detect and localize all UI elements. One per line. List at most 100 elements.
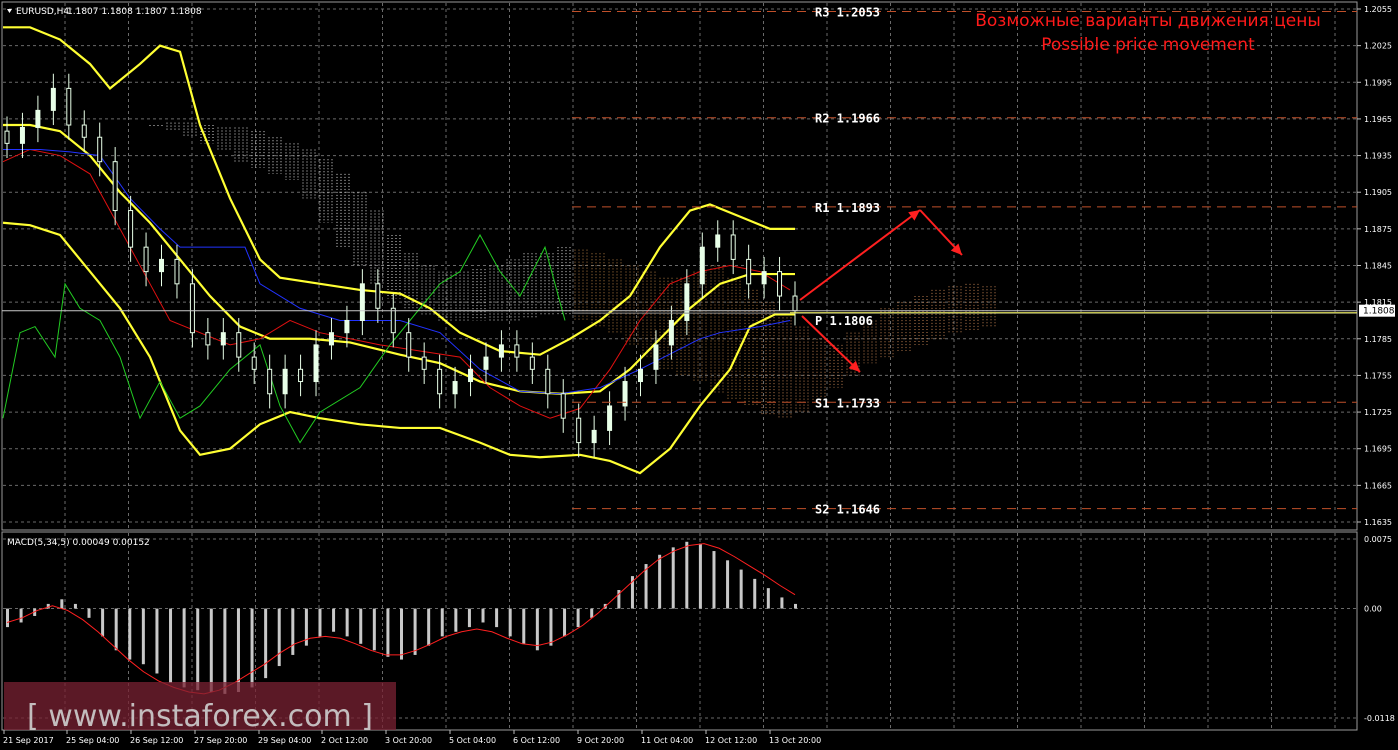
macd-bar [209,608,213,693]
macd-bar [753,578,757,609]
candle-body [81,124,87,138]
price-tick-label: 1.1935 [1364,152,1392,161]
time-tick-label: 12 Oct 12:00 [705,736,757,745]
candle-body [205,332,211,346]
macd-bar [6,608,9,628]
time-tick-label: 13 Oct 20:00 [769,736,821,745]
macd-bar [563,608,567,637]
candle-body [529,356,535,370]
price-tick-label: 1.1635 [1364,518,1392,527]
macd-bar [332,608,336,632]
candle-body [576,417,582,444]
macd-bar [576,608,580,628]
candle-body [390,307,396,334]
candle-body [746,258,752,285]
macd-bar [250,608,254,688]
macd-bar [169,608,173,683]
macd-bar [467,608,471,628]
time-tick-label: 25 Sep 04:00 [66,736,119,745]
macd-bar [440,608,444,637]
candle-body [792,295,798,312]
macd-bar [522,608,526,644]
macd-bar [712,551,716,609]
price-tick-label: 1.2055 [1364,5,1392,14]
price-tick-label: 1.1905 [1364,188,1392,197]
macd-bar [291,608,295,655]
macd-bar [345,608,349,637]
macd-bar [427,608,431,646]
watermark: [ www.instaforex.com ] [4,682,396,734]
price-tick-label: 1.2025 [1364,42,1392,51]
price-tick-label: 1.1875 [1364,225,1392,234]
candle-body [220,332,226,346]
candle-body [777,271,783,297]
candle-body [267,368,273,395]
symbol-label: EURUSD,H4 [16,7,69,17]
candle-body [545,368,551,395]
chart-window[interactable]: R3 1.2053 R2 1.1966 R1 1.1893 P 1.1806 S1 1.… [0,0,1398,750]
candle-body [236,332,242,358]
time-tick-label: 3 Oct 20:00 [385,736,432,745]
macd-tick-label: -0.0118 [1364,714,1395,723]
candle-body [560,393,566,419]
candle-body [421,356,427,370]
macd-bar [359,608,363,644]
candle-body [730,234,736,260]
macd-bar [794,603,797,609]
time-tick-label: 29 Sep 04:00 [258,736,311,745]
pivot-label: S2 1.1646 [815,503,880,517]
pivot-label: S1 1.1733 [815,396,880,410]
time-tick-label: 2 Oct 12:00 [321,736,368,745]
candle-body [298,368,304,383]
macd-bar [413,608,417,655]
current-price-tag: 1.1808 [1359,304,1395,317]
price-tick-label: 1.1755 [1364,371,1392,380]
candle-body [761,271,767,285]
macd-bar [481,608,485,623]
macd-bar [264,608,268,679]
macd-indicator-label: MACD(5,34,5) 0.00049 0.00152 [7,538,150,548]
macd-bar [671,547,675,609]
price-tick-label: 1.1995 [1364,78,1392,87]
macd-bar [454,608,458,632]
price-tick-label: 1.1785 [1364,335,1392,344]
macd-bar [508,608,512,637]
pivot-label: R1 1.1893 [815,201,880,215]
macd-bar [19,608,23,623]
candle-body [313,344,319,383]
macd-bar [155,608,159,674]
candle-body [328,332,334,346]
price-tick-label: 1.1965 [1364,115,1392,124]
macd-bar [73,603,77,609]
macd-bar [658,554,662,609]
candle-body [514,344,520,358]
macd-bar [590,608,594,618]
candle-body [684,283,690,321]
macd-bar [372,608,376,651]
candle-body [189,283,195,334]
candle-body [452,381,458,395]
chart-header: EURUSD,H4 1.1807 1.1808 1.1807 1.1808 [7,7,202,17]
candle-body [50,87,56,111]
candle-body [406,332,412,358]
pivot-label: R2 1.1966 [815,112,880,126]
macd-bar [182,608,186,688]
time-tick-label: 11 Oct 04:00 [641,736,693,745]
macd-bar [128,608,132,660]
time-tick-label: 21 Sep 2017 [3,736,54,745]
macd-bar [386,608,390,657]
macd-bar [780,597,784,609]
candle-body [4,130,10,144]
candle-body [359,283,365,321]
candle-body [143,246,149,273]
time-tick-label: 5 Oct 04:00 [449,736,496,745]
macd-tick-label: 0.0075 [1364,535,1392,544]
candle-body [483,356,489,370]
price-tick-label: 1.1725 [1364,408,1392,417]
macd-bar [739,569,743,609]
macd-bar [698,543,702,609]
candle-body [159,258,165,273]
macd-bar [766,588,770,609]
annotation-en: Possible price movement [1041,35,1255,55]
candle-body [282,368,288,395]
